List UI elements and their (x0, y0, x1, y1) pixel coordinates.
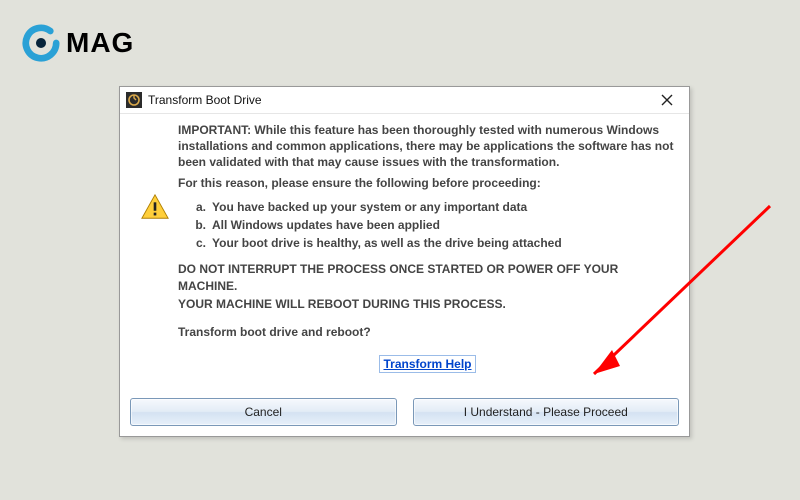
close-button[interactable] (651, 89, 683, 111)
proceed-button[interactable]: I Understand - Please Proceed (413, 398, 680, 426)
transform-help-link[interactable]: Transform Help (379, 355, 475, 373)
bullet-marker: b. (192, 217, 206, 233)
bullet-c: Your boot drive is healthy, as well as t… (212, 235, 562, 251)
do-not-interrupt-2: YOUR MACHINE WILL REBOOT DURING THIS PRO… (178, 296, 677, 312)
bullet-marker: a. (192, 199, 206, 215)
dialog-ensure-text: For this reason, please ensure the follo… (178, 175, 677, 191)
brand-logo-text: MAG (66, 27, 134, 59)
dialog-title: Transform Boot Drive (148, 93, 651, 107)
brand-logo-icon (22, 24, 60, 62)
bullet-b: All Windows updates have been applied (212, 217, 440, 233)
warning-icon (140, 192, 170, 222)
brand-logo: MAG (22, 24, 134, 62)
bullet-a: You have backed up your system or any im… (212, 199, 527, 215)
dialog-important-text: IMPORTANT: While this feature has been t… (178, 122, 677, 171)
transform-boot-drive-dialog: Transform Boot Drive IMPORTANT: While th… (119, 86, 690, 437)
close-icon (661, 94, 673, 106)
confirm-question: Transform boot drive and reboot? (178, 324, 677, 340)
do-not-interrupt-1: DO NOT INTERRUPT THE PROCESS ONCE STARTE… (178, 261, 677, 293)
cancel-button[interactable]: Cancel (130, 398, 397, 426)
app-icon (126, 92, 142, 108)
bullet-marker: c. (192, 235, 206, 251)
titlebar: Transform Boot Drive (120, 87, 689, 114)
